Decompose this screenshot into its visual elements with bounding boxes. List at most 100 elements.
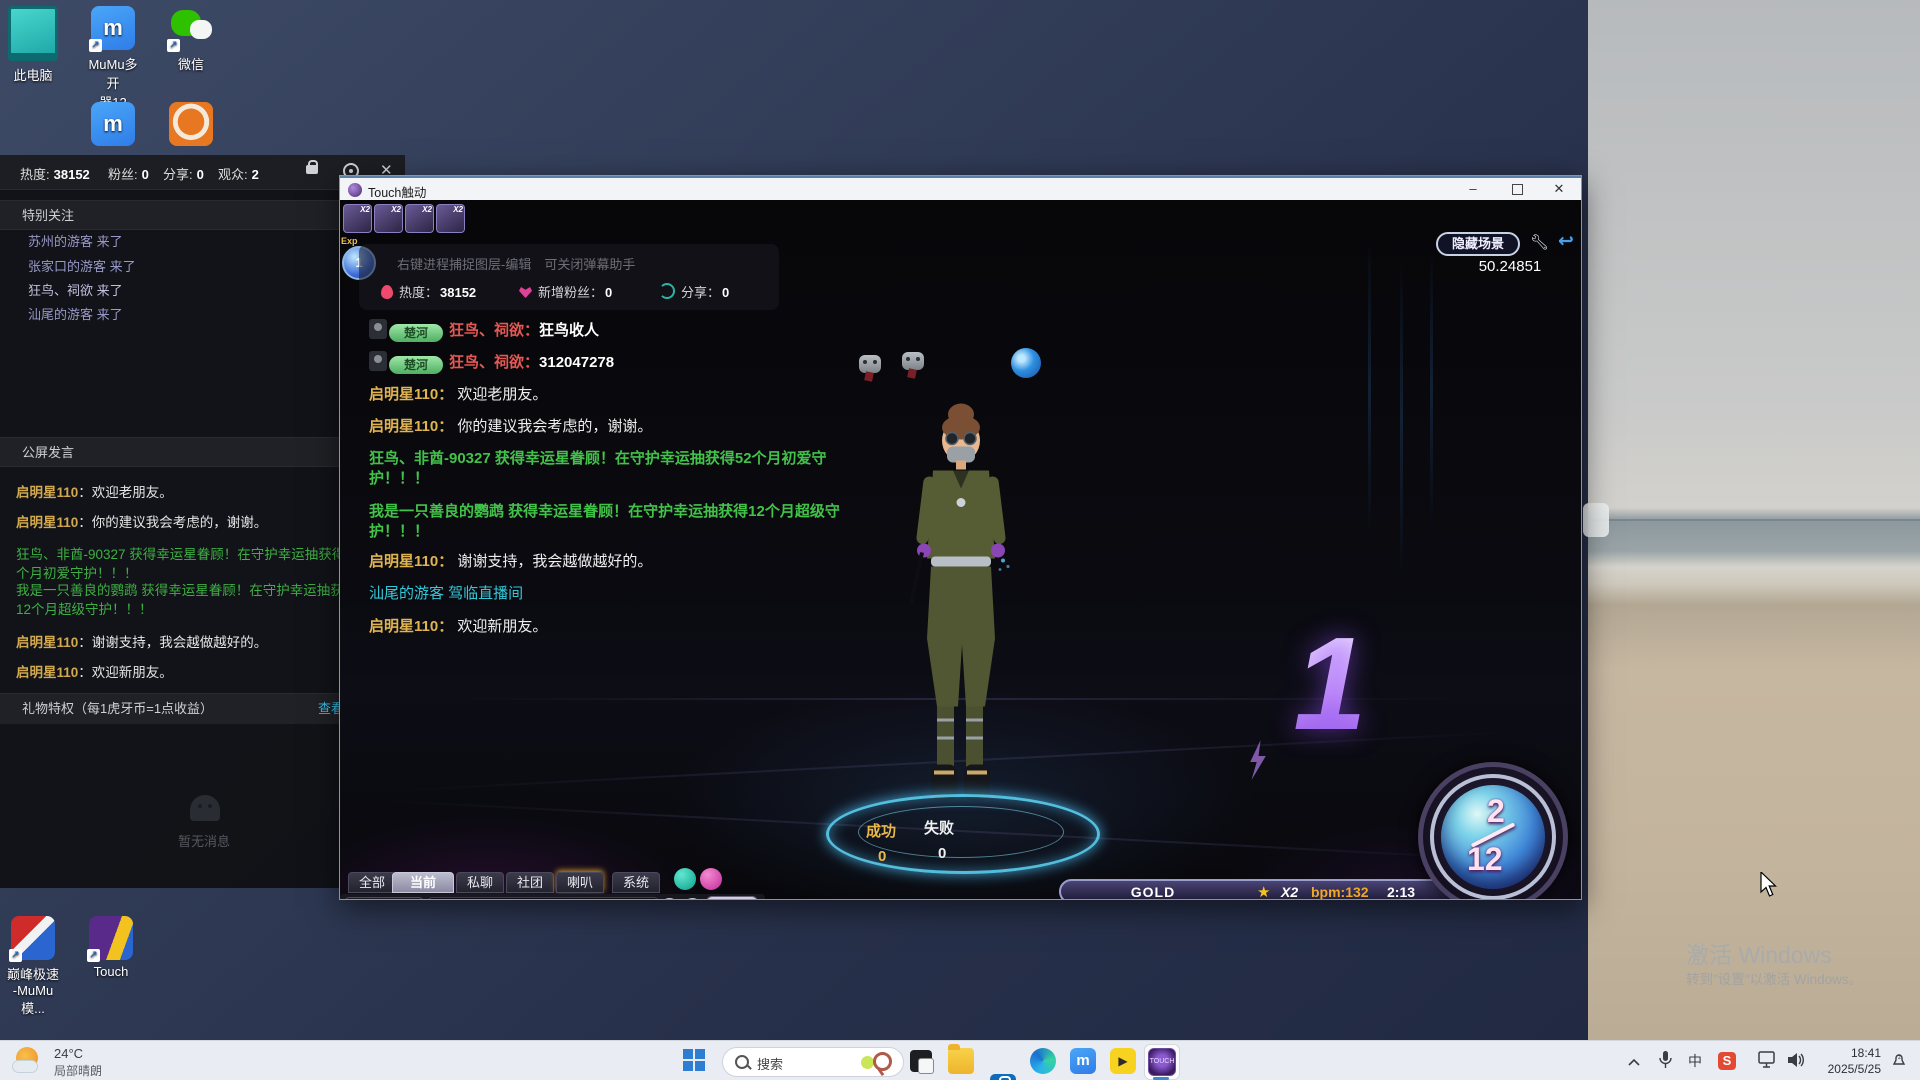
- taskbar-search[interactable]: 搜索: [722, 1047, 904, 1077]
- activate-windows-line2: 转到"设置"以激活 Windows。: [1686, 972, 1863, 987]
- shortcut-arrow-icon: ↗: [9, 949, 22, 962]
- desktop-icon-touch[interactable]: ↗ Touch: [80, 916, 142, 979]
- buff-icon: X2: [374, 204, 403, 233]
- search-placeholder: 搜索: [757, 1057, 784, 1072]
- chat-message: 启明星110：谢谢支持，我会越做越好的。: [16, 635, 268, 650]
- minimize-button[interactable]: –: [1453, 178, 1493, 200]
- desktop-icon-this-pc[interactable]: 此电脑: [2, 6, 64, 84]
- touch-taskbar-button[interactable]: TOUCH: [1148, 1048, 1176, 1076]
- song-time: 2:13: [1387, 884, 1416, 899]
- special-follow-item: 张家口的游客 来了: [28, 259, 136, 274]
- special-follow-item: 汕尾的游客 来了: [28, 307, 123, 322]
- huya-taskbar-button[interactable]: ▶: [1110, 1048, 1136, 1074]
- chat-badge-avatar-icon: [369, 351, 387, 371]
- tray-date: 2025/5/25: [1827, 1062, 1881, 1076]
- desktop-icon-mumu12[interactable]: m↗ MuMu多开 器12: [82, 6, 144, 111]
- touch-game-window: Touch触动 – ✕ X2 X2 X2 X2 Exp 1 右键进程捕捉图层-编…: [339, 175, 1582, 900]
- screen: 此电脑 m↗ MuMu多开 器12 ↗ 微信 m ↗ 巅峰极速 -MuMu模..…: [0, 0, 1920, 1080]
- desktop-icon-wechat[interactable]: ↗ 微信: [160, 6, 222, 73]
- close-button[interactable]: ✕: [1539, 178, 1579, 200]
- microsoft-store-button[interactable]: [990, 1074, 1016, 1080]
- game-stage: X2 X2 X2 X2 Exp 1 右键进程捕捉图层-编辑 可关闭弹幕助手 热度…: [340, 200, 1581, 899]
- notification-bell-icon[interactable]: z: [1890, 1051, 1908, 1072]
- song-bpm: bpm:132: [1311, 884, 1369, 899]
- tab-system[interactable]: 系统: [612, 872, 661, 893]
- touch-label: Touch: [93, 964, 129, 979]
- game-chat-message: 启明星110： 欢迎新朋友。: [369, 618, 548, 635]
- buff-icon: X2: [436, 204, 465, 233]
- tray-chevron-icon[interactable]: [1628, 1053, 1640, 1069]
- racing-label: 巅峰极速: [6, 967, 59, 982]
- shortcut-arrow-icon: ↗: [89, 39, 102, 52]
- mouse-cursor: [1760, 872, 1777, 897]
- channel-selector[interactable]: 当前: [345, 897, 423, 899]
- song-info-bar: GOLD ★ X2 bpm:132 2:13: [1059, 879, 1473, 899]
- tab-private[interactable]: 私聊: [456, 872, 505, 893]
- overlay-stat-newfans: 新增粉丝： 0: [519, 282, 612, 301]
- desktop-icon-mumu-row2[interactable]: m: [82, 102, 144, 150]
- volume-icon[interactable]: [1786, 1051, 1806, 1072]
- taskbar-clock[interactable]: 18:41 2025/5/25: [1815, 1045, 1881, 1077]
- lock-icon[interactable]: [306, 160, 318, 174]
- tab-all[interactable]: 全部: [348, 872, 397, 893]
- desktop-icon-orange-app[interactable]: [160, 102, 222, 150]
- visitor-enter-message: 汕尾的游客 驾临直播间: [369, 585, 524, 602]
- racing-game-icon: ↗: [9, 916, 55, 962]
- start-button[interactable]: [683, 1049, 705, 1071]
- hide-scene-button[interactable]: 隐藏场景: [1436, 232, 1520, 256]
- svg-text:z: z: [1898, 1055, 1901, 1061]
- chat-message: 启明星110：欢迎老朋友。: [16, 485, 173, 500]
- no-message-ghost-icon: [190, 795, 220, 821]
- weather-desc: 局部晴朗: [54, 1064, 103, 1078]
- beach-wallpaper-region: [1588, 0, 1920, 1080]
- game-chat-message: 启明星110： 你的建议我会考虑的，谢谢。: [369, 418, 653, 435]
- mumu-taskbar-button[interactable]: m: [1070, 1048, 1096, 1074]
- file-explorer-button[interactable]: [948, 1044, 974, 1074]
- emoji-icon[interactable]: ☺: [683, 898, 702, 899]
- chat-text-input[interactable]: [428, 897, 658, 899]
- game-window-title: Touch触动: [368, 186, 427, 200]
- desktop-icon-racing[interactable]: ↗ 巅峰极速 -MuMu模...: [2, 916, 64, 1017]
- tab-current[interactable]: 当前: [392, 872, 454, 893]
- this-pc-label: 此电脑: [13, 68, 53, 83]
- star-icon: ★: [1257, 884, 1271, 899]
- microphone-icon[interactable]: [1658, 1050, 1672, 1073]
- taskbar-weather-widget[interactable]: 24°C 局部晴朗: [10, 1044, 190, 1078]
- tab-horn[interactable]: 喇叭: [556, 872, 605, 893]
- back-arrow-icon[interactable]: ↩: [1558, 230, 1574, 253]
- round-counter: 2 12: [1418, 762, 1568, 899]
- wrench-icon[interactable]: 🔧︎: [1530, 233, 1549, 251]
- heart-icon: [519, 287, 532, 298]
- tab-guild[interactable]: 社团: [506, 872, 555, 893]
- wechat-icon: ↗: [167, 6, 213, 52]
- lucky-star-message: 我是一只善良的鹦鹉 获得幸运星眷顾！在守护幸运抽获得12个月超级守护！！！: [16, 583, 358, 617]
- edge-browser-button[interactable]: [1030, 1048, 1056, 1074]
- task-view-button[interactable]: [908, 1048, 934, 1074]
- lucky-star-message: 狂鸟、非酋-90327 获得幸运星眷顾！在守护幸运抽获得52个月初爱守护！！！: [369, 450, 827, 487]
- network-icon[interactable]: [1758, 1051, 1778, 1072]
- sogou-icon[interactable]: S: [1718, 1052, 1736, 1070]
- mumu-icon: m: [91, 102, 135, 146]
- send-button[interactable]: 发送: [706, 896, 758, 899]
- overlay-stat-heat: 热度： 38152: [381, 282, 476, 301]
- tennis-racket-icon: [873, 1052, 892, 1071]
- maximize-button[interactable]: [1497, 178, 1537, 200]
- chat-lock-toggle-icon[interactable]: [674, 868, 696, 890]
- weather-cloud-icon: [12, 1060, 38, 1073]
- clear-icon[interactable]: ⊘: [660, 898, 679, 899]
- stat-fans: 粉丝: 0: [108, 167, 149, 182]
- danmu-overlay-panel: 右键进程捕捉图层-编辑 可关闭弹幕助手 热度： 38152 新增粉丝： 0 分享： 0: [359, 244, 779, 310]
- chat-message: 启明星110：欢迎新朋友。: [16, 665, 173, 680]
- guild-badge: 楚河: [389, 356, 443, 374]
- lucky-star-message: 狂鸟、非酋-90327 获得幸运星眷顾！在守护幸运抽获得52个月初爱守护！！！: [16, 547, 361, 581]
- tray-time: 18:41: [1850, 1046, 1881, 1060]
- game-window-titlebar[interactable]: Touch触动 – ✕: [340, 176, 1581, 200]
- game-chat-message: 楚河 狂鸟、祠欲：狂鸟收人: [369, 319, 884, 342]
- beach-horizon: [1588, 519, 1920, 521]
- ime-indicator[interactable]: 中: [1688, 1051, 1702, 1071]
- fail-value: 0: [938, 845, 947, 862]
- floating-mask-prop: [859, 355, 881, 382]
- chat-badge-avatar-icon: [369, 319, 387, 339]
- success-label: 成功: [866, 823, 897, 840]
- chat-avatar-toggle-icon[interactable]: [700, 868, 722, 890]
